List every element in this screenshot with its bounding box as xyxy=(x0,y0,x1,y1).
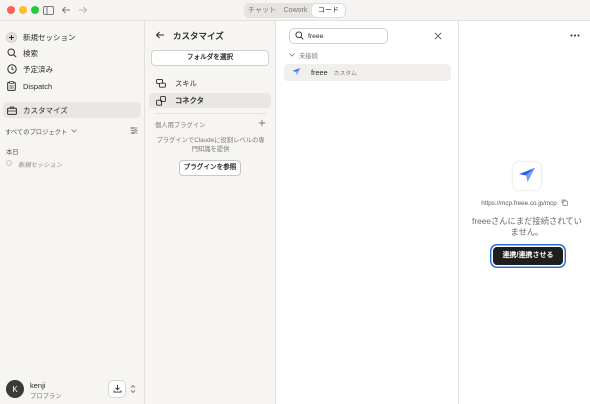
user-account[interactable]: K kenji プロプラン xyxy=(0,374,145,404)
nav-label: 検索 xyxy=(23,48,38,58)
zoom-window-button[interactable] xyxy=(31,6,39,14)
connector-tag: カスタム xyxy=(333,71,357,77)
personal-plugins-header: 個人用プラグイン xyxy=(155,119,266,129)
connector-url: https://mcp.freee.co.jp/mcp xyxy=(481,200,557,207)
sidebar: 新規セッション 検索 予定済み Dispatch カスタマイズ すべてのプロジェ… xyxy=(0,21,145,404)
user-name: kenji xyxy=(30,381,46,390)
download-icon xyxy=(113,384,122,395)
search-input[interactable] xyxy=(308,32,384,40)
add-plugin-icon[interactable] xyxy=(258,119,266,129)
connector-list-panel: 未接続 freee カスタム xyxy=(276,21,459,404)
connect-button[interactable]: 連携/連携させる xyxy=(493,247,563,265)
menu-item-label: スキル xyxy=(175,78,197,88)
title-bar: チャット Cowork コード xyxy=(0,0,590,21)
copy-icon[interactable] xyxy=(561,199,568,208)
not-connected-group[interactable]: 未接続 xyxy=(289,51,318,60)
freee-logo-icon xyxy=(292,67,301,78)
nav-label: Dispatch xyxy=(23,81,53,91)
plugins-description: プラグインでClaudeに役割レベルの専門知識を提供 xyxy=(156,137,265,153)
freee-logo-icon xyxy=(518,166,536,186)
chevron-down-icon xyxy=(71,128,78,135)
tab-code[interactable]: コード xyxy=(312,4,345,17)
menu-item-label: コネクタ xyxy=(175,95,204,105)
search-icon xyxy=(6,48,17,59)
connector-name: freee xyxy=(311,68,328,77)
nav-label: カスタマイズ xyxy=(23,105,68,115)
close-window-button[interactable] xyxy=(7,6,15,14)
session-status-icon xyxy=(6,160,12,168)
nav-label: 予定済み xyxy=(23,64,53,74)
connector-search[interactable] xyxy=(289,28,388,44)
projects-label: すべてのプロジェクト xyxy=(5,128,68,136)
group-label: 未接続 xyxy=(299,53,318,60)
connector-item-freee[interactable]: freee カスタム xyxy=(284,64,451,81)
filter-icon[interactable] xyxy=(130,126,138,136)
clock-icon xyxy=(6,64,17,75)
search-icon xyxy=(295,30,304,42)
skill-icon xyxy=(156,79,166,89)
back-arrow-icon[interactable] xyxy=(60,4,72,16)
chevron-down-icon xyxy=(289,52,295,59)
nav-label: 新規セッション xyxy=(23,32,76,42)
download-button[interactable] xyxy=(108,380,126,398)
mode-switcher: チャット Cowork コード xyxy=(244,3,346,18)
user-plan: プロプラン xyxy=(30,393,62,400)
clipboard-icon xyxy=(6,81,17,92)
customize-panel: カスタマイズ フォルダを選択 スキル コネクタ 個人用プラグイン プラグインでC… xyxy=(145,21,276,404)
plus-circle-icon xyxy=(6,31,17,43)
nav-search[interactable]: 検索 xyxy=(3,45,141,61)
page-title: カスタマイズ xyxy=(173,31,224,41)
nav-customize[interactable]: カスタマイズ xyxy=(3,102,141,118)
sidebar-toggle-icon[interactable] xyxy=(42,4,54,16)
more-options-icon[interactable] xyxy=(569,31,581,39)
briefcase-icon xyxy=(6,105,17,116)
not-connected-message: freeeさんにまだ接続されていません。 xyxy=(472,216,582,237)
session-title: 新規セッション xyxy=(18,161,63,169)
menu-item-connectors[interactable]: コネクタ xyxy=(149,93,271,108)
forward-arrow-icon[interactable] xyxy=(77,4,89,16)
select-folder-button[interactable]: フォルダを選択 xyxy=(151,50,269,66)
connector-detail-panel: https://mcp.freee.co.jp/mcp freeeさんにまだ接続… xyxy=(459,21,590,404)
tab-cowork[interactable]: Cowork xyxy=(279,4,312,17)
session-list-item[interactable]: 新規セッション xyxy=(6,159,62,169)
close-icon[interactable] xyxy=(433,31,443,41)
expand-updown-icon[interactable] xyxy=(129,382,137,396)
connector-icon xyxy=(156,95,166,106)
avatar: K xyxy=(6,380,24,398)
nav-new-session[interactable]: 新規セッション xyxy=(3,29,141,45)
nav-dispatch[interactable]: Dispatch xyxy=(3,78,141,94)
divider xyxy=(155,113,266,114)
back-arrow-icon[interactable] xyxy=(155,31,165,41)
browse-plugins-button[interactable]: プラグインを参照 xyxy=(179,160,241,176)
menu-item-skills[interactable]: スキル xyxy=(149,76,271,91)
minimize-window-button[interactable] xyxy=(19,6,27,14)
plugins-label: 個人用プラグイン xyxy=(155,121,206,129)
section-today: 本日 xyxy=(6,149,19,156)
freee-logo-card xyxy=(513,162,541,190)
customize-header: カスタマイズ xyxy=(155,30,224,42)
projects-filter[interactable]: すべてのプロジェクト xyxy=(5,126,138,136)
nav-scheduled[interactable]: 予定済み xyxy=(3,61,141,77)
tab-chat[interactable]: チャット xyxy=(245,4,279,17)
connector-url-row: https://mcp.freee.co.jp/mcp xyxy=(459,199,590,208)
